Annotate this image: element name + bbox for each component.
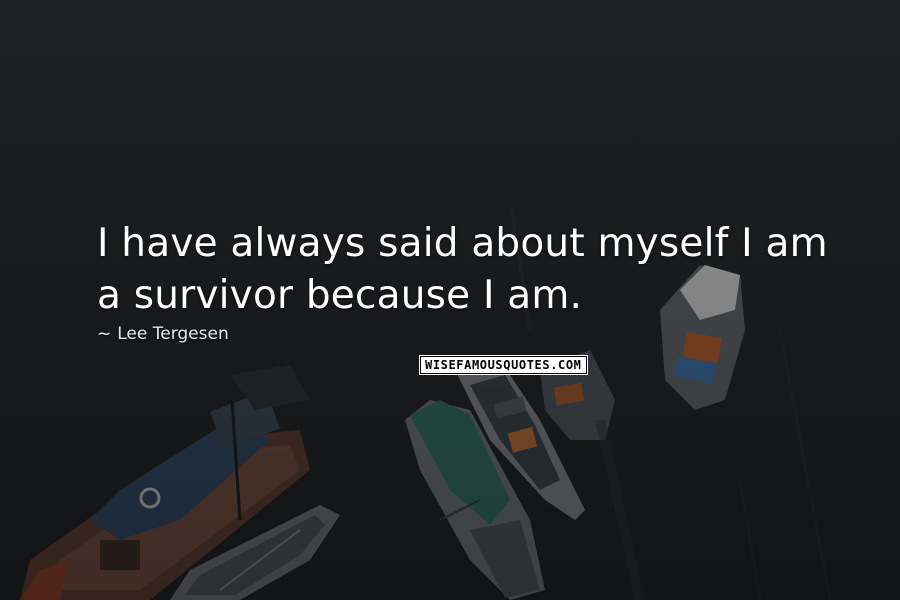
- quote-text: I have always said about myself I am a s…: [97, 221, 828, 318]
- author-prefix: ~: [97, 324, 112, 344]
- watermark-logo: WISEFAMOUSQUOTES.COM: [420, 356, 587, 374]
- quote-author: ~ Lee Tergesen: [97, 322, 229, 346]
- author-name: Lee Tergesen: [117, 324, 229, 344]
- quote-image: I have always said about myself I am a s…: [0, 0, 900, 600]
